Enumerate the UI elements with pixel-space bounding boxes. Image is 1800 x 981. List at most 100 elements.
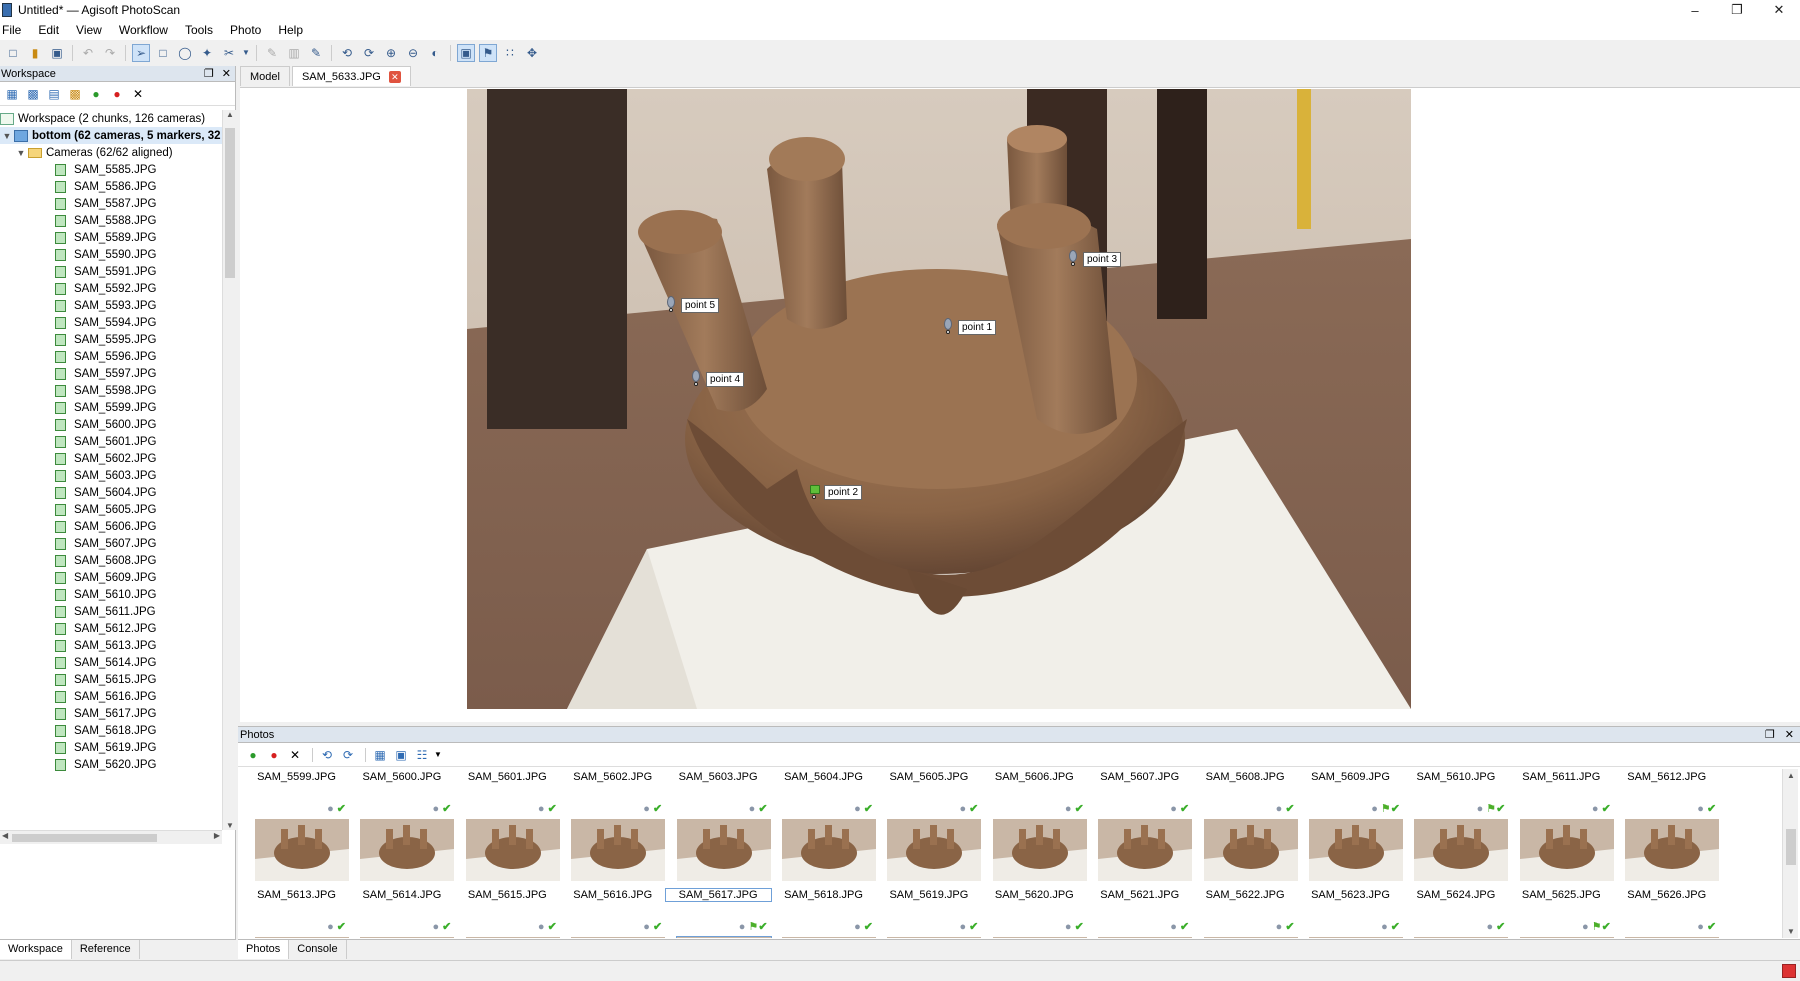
scroll-thumb[interactable] [12,834,157,842]
camera-item[interactable]: SAM_5587.JPG [0,195,222,212]
collapse-arrow-icon[interactable]: ▼ [14,148,28,158]
show-masks-icon[interactable]: ▣ [457,43,475,62]
tab-workspace[interactable]: Workspace [0,940,72,959]
camera-item[interactable]: SAM_5602.JPG [0,450,222,467]
camera-item[interactable]: SAM_5607.JPG [0,535,222,552]
camera-item[interactable]: SAM_5604.JPG [0,484,222,501]
move-icon[interactable]: ✥ [523,44,541,62]
photo-thumbnail[interactable]: SAM_5606.JPG ● ✔ [982,769,1087,887]
warning-icon[interactable] [1782,964,1796,978]
magic-wand-icon[interactable]: ✦ [198,44,216,62]
camera-item[interactable]: SAM_5609.JPG [0,569,222,586]
photo-thumbnail[interactable]: SAM_5602.JPG ● ✔ [560,769,666,887]
menu-view[interactable]: View [68,23,111,37]
camera-item[interactable]: SAM_5586.JPG [0,178,222,195]
menu-help[interactable]: Help [270,23,312,37]
zoom-out-icon[interactable]: ⊖ [404,44,422,62]
dropdown-arrow-icon[interactable]: ▼ [434,746,442,764]
scroll-right-icon[interactable]: ▶ [214,831,220,840]
scroll-thumb[interactable] [225,128,235,278]
camera-item[interactable]: SAM_5601.JPG [0,433,222,450]
scroll-left-icon[interactable]: ◀ [2,831,8,840]
camera-item[interactable]: SAM_5617.JPG [0,705,222,722]
close-button[interactable]: ✕ [1758,0,1800,20]
undo-icon[interactable]: ↶ [79,44,97,62]
close-pane-icon[interactable]: ✕ [1785,729,1794,741]
photo-thumbnail[interactable]: SAM_5614.JPG ● ✔ [349,887,455,938]
photo-thumbnail[interactable]: SAM_5600.JPG ● ✔ [349,769,455,887]
camera-item[interactable]: SAM_5599.JPG [0,399,222,416]
free-form-select-icon[interactable]: ◯ [176,44,194,62]
scroll-thumb[interactable] [1786,829,1796,865]
camera-item[interactable]: SAM_5597.JPG [0,365,222,382]
rotate-right-icon[interactable]: ⟳ [339,746,357,764]
camera-item[interactable]: SAM_5613.JPG [0,637,222,654]
enable-icon[interactable]: ● [244,746,262,764]
photo-image[interactable]: point 5 point 1 point 3 point 4 point 2 [467,89,1411,709]
camera-item[interactable]: SAM_5600.JPG [0,416,222,433]
menu-tools[interactable]: Tools [177,23,222,37]
photo-thumbnail[interactable]: SAM_5617.JPG ● ⚑✔ [664,887,772,938]
tab-console[interactable]: Console [289,940,347,959]
photo-thumbnail[interactable]: SAM_5618.JPG ● ✔ [771,887,876,938]
camera-item[interactable]: SAM_5619.JPG [0,739,222,756]
enable-icon[interactable]: ● [87,85,105,103]
photo-thumbnail[interactable]: SAM_5601.JPG ● ✔ [455,769,560,887]
add-chunk-icon[interactable]: ▩ [24,85,42,103]
photo-thumbnail[interactable]: SAM_5621.JPG ● ✔ [1087,887,1193,938]
camera-item[interactable]: SAM_5593.JPG [0,297,222,314]
camera-item[interactable]: SAM_5590.JPG [0,246,222,263]
rotate-right-icon[interactable]: ⟳ [360,44,378,62]
remove-icon[interactable]: ✕ [286,746,304,764]
photo-thumbnail[interactable]: SAM_5622.JPG ● ✔ [1193,887,1298,938]
crop-icon[interactable]: ▥ [285,44,303,62]
tree-vertical-scrollbar[interactable]: ▲ ▼ [222,110,236,830]
tree-horizontal-scrollbar[interactable]: ◀ ▶ [0,830,222,844]
scroll-down-icon[interactable]: ▼ [223,821,237,830]
tab-photos[interactable]: Photos [238,940,290,959]
photo-thumbnail[interactable]: SAM_5605.JPG ● ✔ [876,769,982,887]
photos-vertical-scrollbar[interactable]: ▲ ▼ [1782,769,1798,938]
photo-thumbnail[interactable]: SAM_5599.JPG ● ✔ [244,769,349,887]
minimize-button[interactable]: – [1674,0,1716,20]
add-photos-icon[interactable]: ▦ [3,85,21,103]
camera-item[interactable]: SAM_5596.JPG [0,348,222,365]
tree-chunk-bottom[interactable]: ▼ bottom (62 cameras, 5 markers, 32 [0,127,222,144]
reset-selection-icon[interactable]: ✎ [307,44,325,62]
close-pane-icon[interactable]: ✕ [222,68,231,80]
photo-thumbnail[interactable]: SAM_5607.JPG ● ✔ [1087,769,1193,887]
photo-thumbnail[interactable]: SAM_5623.JPG ● ✔ [1298,887,1403,938]
camera-item[interactable]: SAM_5592.JPG [0,280,222,297]
photo-thumbnail[interactable]: SAM_5619.JPG ● ✔ [876,887,982,938]
float-icon[interactable]: ❐ [204,68,214,80]
tab-photo[interactable]: SAM_5633.JPG ✕ [291,66,411,86]
camera-item[interactable]: SAM_5614.JPG [0,654,222,671]
float-icon[interactable]: ❐ [1765,729,1775,741]
camera-item[interactable]: SAM_5605.JPG [0,501,222,518]
camera-item[interactable]: SAM_5616.JPG [0,688,222,705]
dropdown-arrow-icon[interactable]: ▼ [242,44,250,62]
photo-thumbnail[interactable]: SAM_5611.JPG ● ✔ [1509,769,1614,887]
disable-icon[interactable]: ● [108,85,126,103]
camera-item[interactable]: SAM_5612.JPG [0,620,222,637]
camera-item[interactable]: SAM_5591.JPG [0,263,222,280]
tab-model[interactable]: Model [240,66,290,86]
new-icon[interactable]: □ [4,44,22,62]
photo-thumbnail[interactable]: SAM_5613.JPG ● ✔ [244,887,349,938]
camera-item[interactable]: SAM_5588.JPG [0,212,222,229]
camera-item[interactable]: SAM_5610.JPG [0,586,222,603]
redo-icon[interactable]: ↷ [101,44,119,62]
photo-thumbnail[interactable]: SAM_5615.JPG ● ✔ [455,887,560,938]
collapse-arrow-icon[interactable]: ▼ [0,131,14,141]
restore-button[interactable]: ❐ [1716,0,1758,20]
close-tab-icon[interactable]: ✕ [388,70,401,83]
photo-thumbnail[interactable]: SAM_5626.JPG ● ✔ [1614,887,1720,938]
camera-item[interactable]: SAM_5615.JPG [0,671,222,688]
show-markers-icon[interactable]: ⚑ [479,43,497,62]
photo-thumbnail[interactable]: SAM_5604.JPG ● ✔ [771,769,876,887]
menu-photo[interactable]: Photo [222,23,270,37]
zoom-in-icon[interactable]: ⊕ [382,44,400,62]
cut-icon[interactable]: ✎ [263,44,281,62]
add-marker-icon[interactable]: ▩ [66,85,84,103]
rotate-left-icon[interactable]: ⟲ [318,746,336,764]
